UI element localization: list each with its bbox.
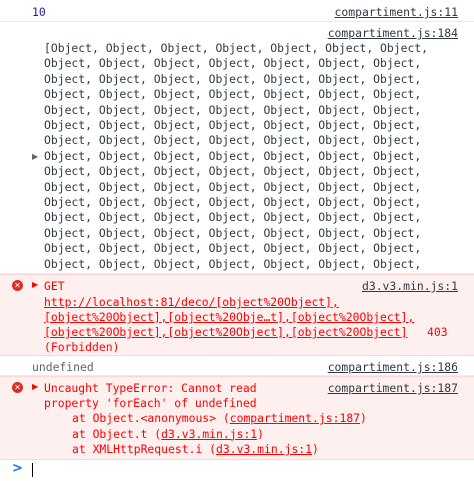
stack-frame-link[interactable]: d3.v3.min.js:1	[161, 427, 257, 441]
stack-frame-link[interactable]: d3.v3.min.js:1	[216, 442, 312, 456]
error-message-line-2: property 'forEach' of undefined	[44, 396, 257, 410]
prompt-chevron-icon: >	[12, 461, 23, 476]
array-preview-line: Object, Object, Object, Object, Object, …	[44, 210, 422, 225]
source-link[interactable]: compartiment.js:186	[328, 360, 458, 374]
array-preview-line: Object, Object, Object, Object, Object, …	[44, 164, 422, 179]
stack-frame-link[interactable]: compartiment.js:187	[230, 411, 360, 425]
stack-frame: at Object.<anonymous> (compartiment.js:1…	[72, 411, 367, 425]
status-text: (Forbidden)	[44, 340, 120, 354]
stack-frame: at Object.t (d3.v3.min.js:1)	[72, 427, 264, 441]
console-message-log: undefined compartiment.js:186	[0, 356, 474, 376]
expand-triangle-icon[interactable]: ▶	[32, 152, 38, 161]
array-preview-line: Object, Object, Object, Object, Object, …	[44, 71, 422, 86]
console-message-array: compartiment.js:184 ▶ [Object, Object, O…	[0, 22, 474, 286]
stack-frame-function: at Object.<anonymous> (	[72, 411, 230, 425]
array-preview-line: Object, Object, Object, Object, Object, …	[44, 179, 422, 194]
request-url-line-1[interactable]: http://localhost:81/deco/[object%20Objec…	[44, 295, 339, 309]
stack-frame-suffix: )	[257, 426, 265, 441]
error-x-icon: ✕	[12, 382, 23, 393]
status-code: 403	[427, 325, 448, 339]
console-prompt[interactable]: >	[0, 460, 474, 481]
array-preview-line: Object, Object, Object, Object, Object, …	[44, 102, 422, 117]
array-preview-line: Object, Object, Object, Object, Object, …	[44, 256, 422, 271]
request-url-line-3[interactable]: [object%20Object],[object%20Object],[obj…	[44, 325, 407, 339]
array-preview-line: Object, Object, Object, Object, Object, …	[44, 225, 422, 240]
array-preview-line: Object, Object, Object, Object, Object, …	[44, 148, 422, 163]
error-x-icon: ✕	[12, 280, 23, 291]
stack-frame-suffix: )	[312, 442, 319, 456]
array-preview-line: Object, Object, Object, Object, Object, …	[44, 56, 422, 71]
source-link[interactable]: compartiment.js:184	[328, 26, 458, 40]
stack-frame-function: at Object.t (	[72, 426, 162, 441]
source-link[interactable]: d3.v3.min.js:1	[362, 279, 458, 293]
array-preview-line: Object, Object, Object, Object, Object, …	[44, 87, 422, 102]
stack-frame: at XMLHttpRequest.i (d3.v3.min.js:1)	[72, 442, 319, 456]
console-error-exception: ✕ ▶ Uncaught TypeError: Cannot read comp…	[0, 376, 474, 460]
text-cursor	[32, 463, 33, 477]
console-error-network: ✕ ▶ GET d3.v3.min.js:1 http://localhost:…	[0, 274, 474, 356]
source-link[interactable]: compartiment.js:187	[328, 381, 458, 395]
source-link[interactable]: compartiment.js:11	[335, 5, 458, 19]
request-method: GET	[44, 279, 65, 293]
array-preview-line: Object, Object, Object, Object, Object, …	[44, 133, 422, 148]
request-url-line-2[interactable]: [object%20Object],[object%20Obje…t],[obj…	[44, 310, 414, 324]
array-preview-line: Object, Object, Object, Object, Object, …	[44, 118, 422, 132]
console-message-log: 10 compartiment.js:11	[0, 0, 474, 22]
stack-frame-function: at XMLHttpRequest.i (	[72, 442, 217, 456]
array-preview-line: Object, Object, Object, Object, Object, …	[44, 195, 422, 209]
error-message-line-1: Uncaught TypeError: Cannot read	[44, 381, 257, 395]
expand-triangle-icon[interactable]: ▶	[32, 280, 38, 289]
array-preview-line: Object, Object, Object, Object, Object, …	[44, 241, 422, 256]
array-preview-line: [Object, Object, Object, Object, Object,…	[44, 41, 429, 55]
log-value: 10	[32, 5, 46, 19]
log-value: undefined	[32, 360, 94, 374]
stack-frame-suffix: )	[360, 411, 367, 425]
expand-triangle-icon[interactable]: ▶	[32, 382, 38, 391]
